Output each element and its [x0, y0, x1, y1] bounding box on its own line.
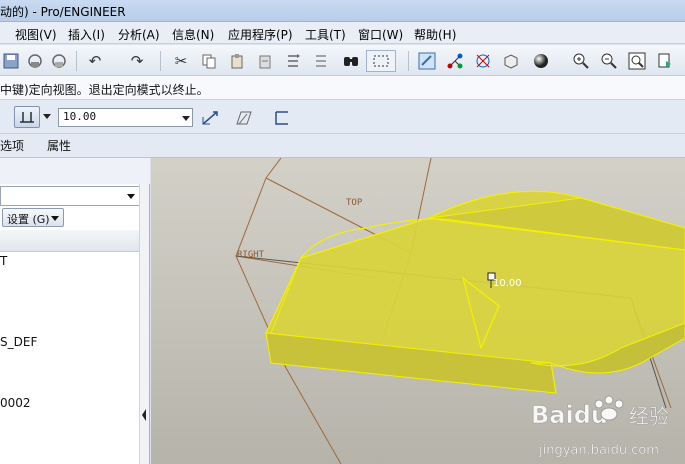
- refit-icon[interactable]: [626, 50, 648, 72]
- model-tree-selector[interactable]: [0, 186, 141, 206]
- model-tree-header: [0, 158, 150, 184]
- shading-icon[interactable]: [530, 50, 552, 72]
- zoom-out-icon[interactable]: [598, 50, 620, 72]
- tab-options[interactable]: 选项: [0, 137, 24, 154]
- menu-window[interactable]: 窗口(W): [358, 26, 403, 43]
- zoom-in-icon[interactable]: [570, 50, 592, 72]
- tab-properties[interactable]: 属性: [47, 137, 71, 154]
- depth-option-dropdown[interactable]: [43, 114, 51, 119]
- menu-bar: 视图(V) 插入(I) 分析(A) 信息(N) 应用程序(P) 工具(T) 窗口…: [0, 22, 685, 44]
- baidu-watermark: Baidu 经验 jingyan.baidu.com: [531, 395, 669, 458]
- extrude-dashboard: 10.00: [0, 100, 685, 134]
- main-toolbar: ↶ ↷ ✂: [0, 45, 685, 76]
- menu-insert[interactable]: 插入(I): [68, 26, 105, 43]
- regenerate-icon[interactable]: [282, 50, 304, 72]
- orient-mode-icon[interactable]: [472, 50, 494, 72]
- select-box-icon[interactable]: [366, 50, 396, 72]
- window-title-bar: 动的) - Pro/ENGINEER: [0, 0, 685, 22]
- blind-depth-icon: [20, 112, 34, 123]
- saved-views-icon[interactable]: [500, 50, 522, 72]
- paste-icon[interactable]: [226, 50, 248, 72]
- status-message: 中键)定向视图。退出定向模式以终止。: [0, 83, 209, 97]
- backup-icon[interactable]: [48, 50, 70, 72]
- thicken-sketch-icon[interactable]: [272, 109, 292, 127]
- menu-view[interactable]: 视图(V): [15, 26, 57, 43]
- save-copy-icon[interactable]: [24, 50, 46, 72]
- menu-help[interactable]: 帮助(H): [414, 26, 456, 43]
- copy-icon[interactable]: [198, 50, 220, 72]
- message-area: 中键)定向视图。退出定向模式以终止。: [0, 76, 685, 100]
- model-tree-panel: 设置 (G) T S_DEF 0002: [0, 158, 150, 464]
- save-icon[interactable]: [0, 50, 22, 72]
- flip-direction-icon[interactable]: [200, 109, 220, 127]
- redo-icon[interactable]: ↷: [126, 50, 148, 72]
- tree-item[interactable]: S_DEF: [0, 335, 37, 349]
- window-title: 动的) - Pro/ENGINEER: [0, 5, 126, 19]
- menu-applications[interactable]: 应用程序(P): [228, 26, 293, 43]
- watermark-brand-cn: 经验: [629, 404, 669, 428]
- find-icon[interactable]: [340, 50, 362, 72]
- menu-tools[interactable]: 工具(T): [305, 26, 346, 43]
- cut-icon[interactable]: ✂: [170, 50, 192, 72]
- regenerate-manager-icon[interactable]: [310, 50, 332, 72]
- graphics-window[interactable]: TOP RIGHT 10.00 Baidu 经验 jingyan.baidu.c…: [151, 158, 685, 464]
- chevron-down-icon: [51, 216, 59, 221]
- tree-item[interactable]: T: [0, 254, 7, 268]
- remove-material-icon[interactable]: [234, 109, 254, 127]
- depth-value-dropdown-icon[interactable]: [182, 116, 190, 121]
- view-manager-icon[interactable]: [654, 50, 676, 72]
- watermark-url: jingyan.baidu.com: [538, 443, 659, 458]
- undo-icon[interactable]: ↶: [84, 50, 106, 72]
- chevron-down-icon: [127, 194, 135, 199]
- depth-option-button[interactable]: [14, 106, 40, 128]
- menu-analysis[interactable]: 分析(A): [118, 26, 160, 43]
- model-tree-column-header: [0, 230, 139, 252]
- tree-item[interactable]: 0002: [0, 396, 31, 410]
- dashboard-tabs: 选项 属性: [0, 134, 685, 158]
- menu-info[interactable]: 信息(N): [172, 26, 214, 43]
- model-tree-scrollbar[interactable]: [139, 184, 149, 464]
- paste-special-icon[interactable]: [254, 50, 276, 72]
- settings-label: 设置 (G): [7, 213, 50, 226]
- repaint-icon[interactable]: [416, 50, 438, 72]
- spin-center-icon[interactable]: [444, 50, 466, 72]
- panel-collapse-icon[interactable]: [141, 408, 147, 422]
- depth-value-input[interactable]: 10.00: [58, 108, 193, 127]
- settings-button[interactable]: 设置 (G): [2, 208, 64, 227]
